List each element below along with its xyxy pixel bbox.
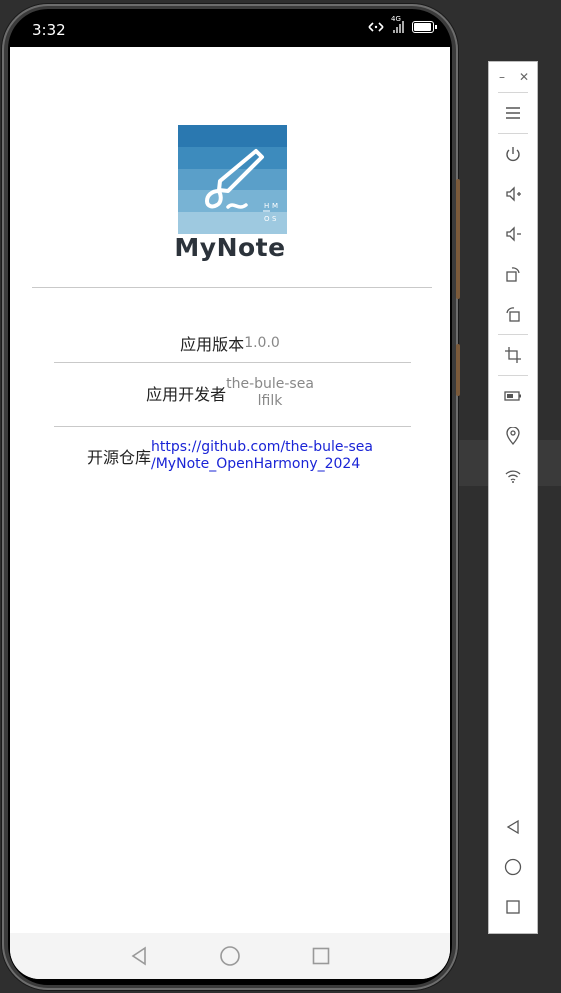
logo-badge-o: O	[264, 215, 270, 223]
version-label: 应用版本	[180, 335, 245, 354]
status-bar: 3:32 4G	[8, 9, 452, 47]
version-row: 应用版本 1.0.0	[10, 331, 450, 355]
repo-row: 开源仓库 https://github.com/the-bule-sea /My…	[10, 439, 450, 473]
status-time: 3:32	[32, 21, 66, 39]
divider	[32, 287, 432, 288]
battery-fill	[414, 23, 431, 31]
phone-bezel: 3:32 4G H M O S MyNote 应用版本 1.0.0 应用开发者 …	[8, 9, 452, 985]
developer-value-line2: lfilk	[257, 393, 283, 409]
triangle-back-icon[interactable]	[129, 946, 149, 966]
signal-icon: 4G	[391, 15, 404, 33]
home-button[interactable]	[489, 847, 537, 887]
side-button	[456, 344, 460, 396]
location-button[interactable]	[489, 416, 537, 456]
rotate-icon	[506, 267, 520, 282]
rotate-button[interactable]	[489, 254, 537, 294]
circle-home-icon[interactable]	[219, 945, 241, 967]
developer-label: 应用开发者	[146, 385, 227, 404]
app-screen: H M O S MyNote 应用版本 1.0.0 应用开发者 the-bule…	[10, 47, 450, 979]
logo-badge-s: S	[272, 215, 277, 223]
crop-button[interactable]	[489, 335, 537, 375]
toolbar-window-controls: – ✕	[489, 62, 537, 92]
developer-row: 应用开发者 the-bule-sea lfilk	[10, 376, 450, 410]
rotate-alt-button[interactable]	[489, 294, 537, 334]
status-icons: 4G	[367, 15, 437, 33]
version-value: 1.0.0	[244, 334, 280, 351]
location-icon	[506, 427, 520, 445]
pen-brush-icon: H M O S	[204, 149, 278, 223]
network-label: 4G	[391, 15, 401, 23]
home-icon	[504, 858, 522, 876]
phone-frame: 3:32 4G H M O S MyNote 应用版本 1.0.0 应用开发者 …	[2, 4, 460, 990]
repo-label: 开源仓库	[87, 448, 152, 467]
volume-down-icon	[506, 226, 521, 242]
close-icon[interactable]: ✕	[519, 70, 529, 84]
battery-icon	[412, 21, 437, 33]
volume-up-icon	[506, 186, 521, 202]
developer-value-line1: the-bule-sea	[226, 376, 314, 392]
recents-button[interactable]	[489, 887, 537, 927]
data-transfer-icon	[368, 22, 384, 32]
repo-link[interactable]: https://github.com/the-bule-sea /MyNote_…	[151, 439, 373, 473]
emulator-toolbar: – ✕	[488, 61, 538, 934]
menu-button[interactable]	[489, 93, 537, 133]
recents-icon	[506, 900, 520, 914]
square-recents-icon[interactable]	[311, 946, 331, 966]
battery-button[interactable]	[489, 376, 537, 416]
back-icon	[506, 819, 519, 835]
back-button[interactable]	[489, 807, 537, 847]
logo-badge-h: H	[264, 202, 269, 210]
volume-down-button[interactable]	[489, 214, 537, 254]
logo-badge-m: M	[272, 202, 278, 210]
crop-icon	[505, 347, 521, 363]
wifi-button[interactable]	[489, 456, 537, 496]
power-icon	[506, 147, 520, 162]
minimize-icon[interactable]: –	[499, 70, 505, 84]
battery-icon	[504, 391, 521, 401]
repo-link-line1[interactable]: https://github.com/the-bule-sea	[151, 439, 373, 455]
app-logo: H M O S	[178, 125, 287, 234]
rotate-alt-icon	[506, 307, 520, 322]
side-button	[456, 179, 460, 299]
power-button[interactable]	[489, 134, 537, 174]
app-name: MyNote	[174, 233, 286, 262]
developer-value: the-bule-sea lfilk	[226, 376, 314, 410]
menu-icon	[506, 107, 520, 119]
repo-link-line2[interactable]: /MyNote_OpenHarmony_2024	[151, 456, 360, 472]
navigation-bar	[10, 933, 450, 979]
divider	[54, 362, 411, 363]
volume-up-button[interactable]	[489, 174, 537, 214]
wifi-icon	[505, 470, 521, 483]
divider	[54, 426, 411, 427]
